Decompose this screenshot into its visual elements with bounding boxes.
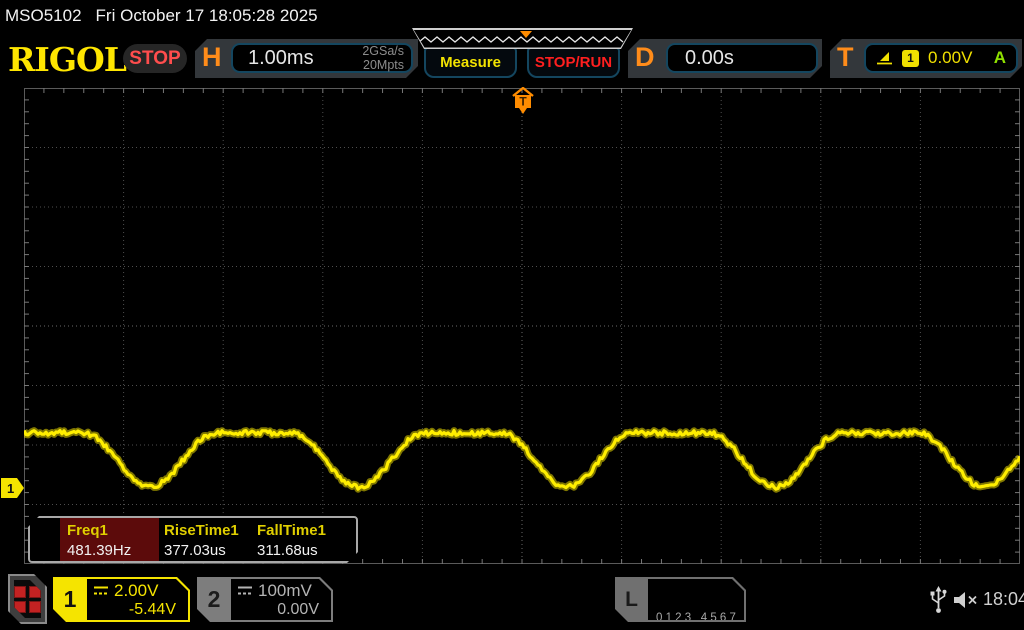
graticule[interactable] [24, 88, 1020, 564]
measurement-label: FallTime1 [257, 522, 326, 539]
measurement-value: 481.39Hz [67, 542, 132, 559]
channel1-marker-label: 1 [7, 480, 15, 496]
usb-icon [930, 586, 947, 613]
dc-coupling-icon [237, 585, 253, 596]
oscilloscope-screen: MSO5102 Fri October 17 18:05:28 2025 RIGO… [0, 0, 1024, 630]
measurement-value: 377.03us [164, 542, 226, 559]
trigger-mode: A [993, 48, 1006, 67]
timebase-inset[interactable]: 1.00ms 2GSa/s 20Mpts [231, 43, 413, 73]
measure-button[interactable]: Measure [424, 47, 517, 78]
channel1-offset-marker[interactable]: 1 [1, 478, 24, 498]
menu-grid-icon[interactable] [8, 574, 47, 624]
channel2-badge[interactable]: 2 100mV 0.00V [197, 577, 333, 622]
measure-button-label: Measure [440, 54, 501, 71]
memory-depth: 20Mpts [363, 58, 404, 72]
trigger-marker-letter: T [519, 95, 527, 109]
horizontal-label: H [202, 42, 222, 72]
trigger-position-marker[interactable]: T [511, 87, 536, 115]
channel1-scale: 2.00V [114, 580, 159, 600]
menu-grid-pad [14, 580, 41, 618]
channel2-scale: 100mV [258, 580, 312, 600]
trigger-inset[interactable]: 1 0.00V A [864, 43, 1018, 73]
model-name: MSO5102 [5, 6, 82, 25]
channel1-number: 1 [63, 586, 77, 612]
delay-value: 0.00s [685, 46, 734, 69]
dc-coupling-icon [93, 585, 109, 596]
waveform-overview-bar[interactable] [412, 28, 633, 49]
overview-zigzag [414, 30, 632, 48]
measurement-risetime1[interactable]: RiseTime1 377.03us [164, 521, 263, 561]
channel1-badge[interactable]: 1 2.00V -5.44V [53, 577, 190, 622]
stop-run-button-label: STOP/RUN [534, 54, 613, 71]
trigger-settings-box[interactable]: T 1 0.00V A [830, 39, 1022, 78]
logic-row-1: 0 1 2 3 4 5 6 7 [656, 612, 736, 624]
delay-inset[interactable]: 0.00s [666, 43, 818, 73]
channel1-offset: -5.44V [128, 601, 176, 618]
trigger-level-value: 0.00V [928, 48, 973, 67]
logic-badge-letter: L [625, 587, 638, 611]
trigger-source-badge: 1 [902, 50, 919, 67]
titlebar: MSO5102 Fri October 17 18:05:28 2025 [5, 6, 332, 26]
acquisition-info: 2GSa/s 20Mpts [362, 44, 411, 73]
logic-channels-badge[interactable]: L 0 1 2 3 4 5 6 7 8 9 10 11 12 13 14 15 [615, 577, 746, 622]
measurement-label: Freq1 [67, 522, 108, 539]
stop-run-button[interactable]: STOP/RUN [527, 47, 620, 78]
measurement-value: 311.68us [257, 542, 318, 559]
channel2-number: 2 [207, 586, 221, 612]
measurement-freq1[interactable]: Freq1 481.39Hz [67, 521, 166, 561]
logic-channel-list: 0 1 2 3 4 5 6 7 8 9 10 11 12 13 14 15 [648, 579, 744, 620]
clock: 18:04 [983, 589, 1024, 609]
speaker-muted-icon [954, 592, 977, 608]
waveform-overview-inner [414, 30, 632, 48]
run-state-badge[interactable]: STOP [123, 44, 187, 73]
horizontal-settings-box[interactable]: H 1.00ms 2GSa/s 20Mpts [195, 39, 418, 78]
timebase-value: 1.00ms [248, 46, 314, 69]
rising-edge-icon [876, 50, 893, 66]
delay-settings-box[interactable]: D 0.00s [628, 39, 822, 78]
datetime: Fri October 17 18:05:28 2025 [95, 6, 318, 25]
rigol-logo: RIGOL [8, 40, 127, 79]
trigger-label: T [837, 42, 854, 72]
delay-label: D [635, 42, 655, 72]
measurements-panel[interactable]: Freq1 481.39Hz RiseTime1 377.03us FallTi… [28, 516, 358, 563]
measurement-falltime1[interactable]: FallTime1 311.68us [257, 521, 356, 561]
channel2-offset: 0.00V [277, 601, 319, 618]
channel1-body: 2.00V -5.44V [87, 579, 188, 620]
sample-rate: 2GSa/s [362, 43, 404, 58]
channel2-body: 100mV 0.00V [231, 579, 331, 620]
measurement-label: RiseTime1 [164, 522, 239, 539]
